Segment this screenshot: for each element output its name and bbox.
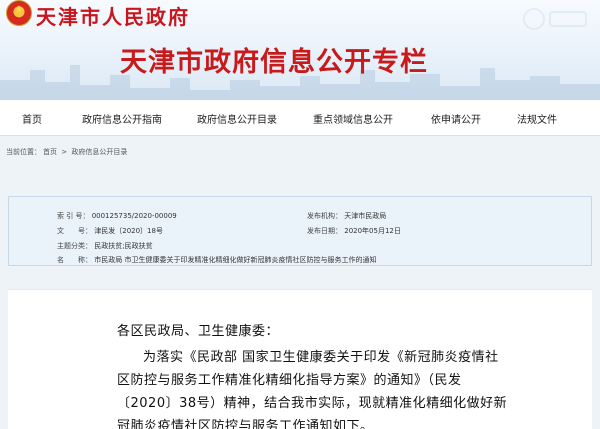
nav-item-regulations[interactable]: 法规文件	[517, 111, 557, 126]
index-value: 000125735/2020-00009	[91, 212, 177, 220]
body-line-3: 〔2020〕38号）精神，结合我市实际，现就精准化精细化做好新	[117, 396, 508, 411]
body-line-2: 区防控与服务工作精准化精细化指导方案》的通知》（民发	[117, 373, 462, 388]
agency-label: 发布机构：	[307, 212, 342, 220]
main-nav: 首页 政府信息公开指南 政府信息公开目录 重点领域信息公开 依申请公开 法规文件	[0, 100, 600, 136]
breadcrumb: 当前位置： 首页 > 政府信息公开目录	[6, 147, 129, 157]
body-line-4: 冠肺炎疫情社区防控与服务工作通知如下。	[117, 419, 374, 429]
page-title: 天津市政府信息公开专栏	[120, 47, 428, 78]
agency-row: 发布机构： 天津市民政局	[307, 211, 386, 221]
breadcrumb-current[interactable]: 政府信息公开目录	[71, 148, 127, 156]
header-banner: ★ 天津市人民政府 天津市政府信息公开专栏	[0, 0, 600, 100]
agency-value: 天津市民政局	[344, 212, 387, 220]
gov-name[interactable]: 天津市人民政府	[36, 1, 190, 30]
date-value: 2020年05月12日	[344, 227, 401, 235]
doc-number-label: 文 号：	[57, 227, 92, 235]
date-label: 发布日期：	[307, 227, 342, 235]
doc-number-value: 津民发〔2020〕18号	[94, 227, 163, 235]
document-body: 各区民政局、卫生健康委： 为落实《民政部 国家卫生健康委关于印发《新冠肺炎疫情社…	[8, 289, 592, 429]
body-line-1: 为落实《民政部 国家卫生健康委关于印发《新冠肺炎疫情社	[143, 350, 499, 365]
title-value: 市民政局 市卫生健康委关于印发精准化精细化做好新冠肺炎疫情社区防控与服务工作的通…	[94, 256, 377, 264]
breadcrumb-separator: >	[59, 148, 70, 156]
doc-number-row: 文 号： 津民发〔2020〕18号	[57, 226, 163, 236]
nav-item-apply[interactable]: 依申请公开	[431, 111, 481, 126]
date-row: 发布日期： 2020年05月12日	[307, 226, 401, 236]
title-label: 名 称：	[57, 256, 92, 264]
index-row: 索 引 号： 000125735/2020-00009	[57, 211, 177, 221]
nav-item-catalog[interactable]: 政府信息公开目录	[197, 111, 277, 126]
nav-item-guide[interactable]: 政府信息公开指南	[82, 111, 162, 126]
nav-item-home[interactable]: 首页	[22, 111, 42, 126]
topic-label: 主题分类：	[57, 242, 92, 250]
salutation: 各区民政局、卫生健康委：	[117, 324, 280, 339]
nav-item-key-areas[interactable]: 重点领域信息公开	[313, 111, 393, 126]
topic-row: 主题分类： 民政扶贫;民政扶贫	[57, 241, 153, 251]
topic-value: 民政扶贫;民政扶贫	[94, 242, 153, 250]
national-emblem-icon: ★	[6, 0, 32, 26]
document-info-panel: 索 引 号： 000125735/2020-00009 发布机构： 天津市民政局…	[8, 196, 592, 266]
breadcrumb-prefix: 当前位置：	[6, 148, 41, 156]
watermark-logo-icon	[523, 8, 587, 30]
title-row: 名 称： 市民政局 市卫生健康委关于印发精准化精细化做好新冠肺炎疫情社区防控与服…	[57, 255, 376, 265]
index-label: 索 引 号：	[57, 212, 90, 220]
breadcrumb-home[interactable]: 首页	[43, 148, 57, 156]
